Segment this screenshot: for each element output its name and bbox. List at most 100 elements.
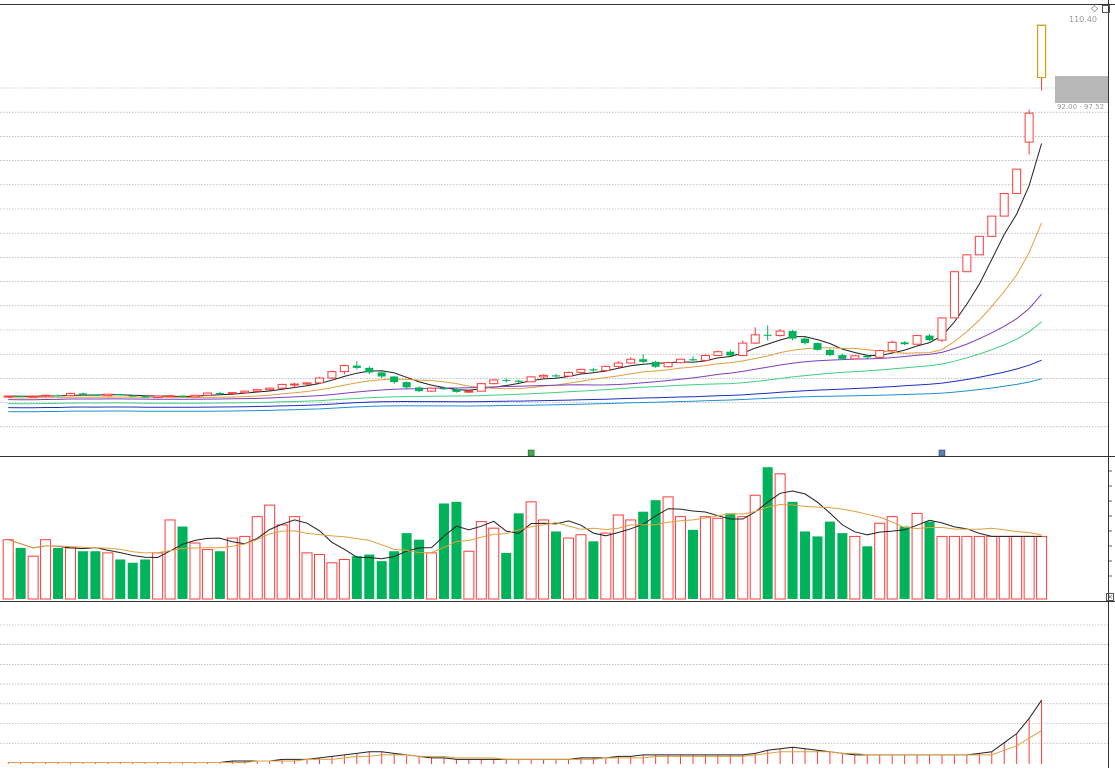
candlestick <box>78 392 87 396</box>
volume-bar <box>313 554 325 600</box>
candlestick <box>352 361 361 370</box>
candlestick <box>377 370 386 379</box>
candlestick <box>912 334 922 345</box>
panel-frame <box>0 0 1115 768</box>
volume-bar <box>301 552 313 600</box>
candlestick <box>726 349 735 357</box>
candle-body <box>327 371 337 379</box>
candlestick <box>190 394 200 398</box>
high-price-label: 110.40 <box>1069 15 1097 24</box>
candle-body <box>987 215 997 237</box>
candle-body <box>16 396 25 398</box>
candlestick <box>875 349 885 359</box>
indicator-panel[interactable] <box>0 624 1108 764</box>
volume-bar <box>326 562 338 600</box>
candle-body <box>937 317 947 341</box>
volume-bar <box>899 526 910 599</box>
volume-bar <box>351 556 362 599</box>
candle-body <box>738 342 748 356</box>
candle-body <box>925 335 934 341</box>
volume-bar <box>1011 535 1023 600</box>
candle-body <box>28 395 38 398</box>
moving-average-line <box>8 293 1042 401</box>
volume-bar <box>762 467 773 599</box>
candlestick <box>54 394 63 397</box>
volume-bar <box>749 494 761 600</box>
volume-bar <box>438 503 449 599</box>
candlestick <box>402 381 411 389</box>
candle-body <box>974 235 984 256</box>
volume-bar <box>201 549 213 600</box>
candle-body <box>688 359 697 361</box>
candle-body <box>1024 112 1034 143</box>
volume-bar <box>625 519 637 600</box>
volume-bar <box>662 496 674 600</box>
candlestick <box>552 373 561 378</box>
candle-body <box>78 393 87 395</box>
candlestick <box>576 368 586 374</box>
candlestick <box>887 340 897 352</box>
candle-body <box>775 330 785 337</box>
candlestick <box>700 354 710 362</box>
candlestick <box>202 392 212 396</box>
candlestick <box>613 361 623 368</box>
volume-bar <box>737 516 749 600</box>
candlestick <box>215 391 224 395</box>
candle-body <box>476 383 486 392</box>
candle-body <box>863 355 872 358</box>
candlestick <box>925 334 934 342</box>
candlestick <box>489 379 499 385</box>
volume-bar <box>924 521 935 599</box>
volume-moving-average <box>8 490 1042 560</box>
candlestick <box>502 378 511 383</box>
candle-body <box>215 393 224 395</box>
volume-bar <box>812 536 823 599</box>
volume-bar <box>53 547 64 599</box>
volume-bar <box>525 501 537 600</box>
candle-body <box>912 335 922 345</box>
split-panel-icon[interactable] <box>1102 5 1110 13</box>
volume-bar <box>600 532 612 600</box>
close-icon[interactable]: × <box>1106 593 1114 601</box>
candle-body <box>290 383 300 386</box>
candle-body <box>128 395 137 397</box>
volume-bar <box>127 562 138 599</box>
volume-bar <box>501 552 512 599</box>
candle-body <box>613 362 623 367</box>
candle-body <box>813 343 822 350</box>
candlestick <box>651 360 660 368</box>
price-panel[interactable] <box>0 24 1108 457</box>
candlestick <box>365 366 374 375</box>
event-marker <box>938 449 946 457</box>
candlestick <box>339 364 349 375</box>
volume-bar <box>675 516 687 600</box>
volume-bar <box>687 529 698 599</box>
candlestick <box>165 395 175 398</box>
candle-body <box>552 375 561 377</box>
diamond-icon[interactable]: ◇ <box>1091 5 1099 14</box>
volume-bar <box>102 552 114 600</box>
candle-body <box>377 372 386 377</box>
candle-body <box>489 379 499 385</box>
candle-body <box>539 374 549 378</box>
candle-body <box>265 387 275 391</box>
volume-panel[interactable] <box>2 467 1112 600</box>
volume-bar <box>40 539 52 600</box>
volume-bar <box>251 516 263 600</box>
candlestick <box>265 387 275 391</box>
volume-bar <box>824 521 835 599</box>
volume-bar <box>513 513 524 599</box>
candle-body <box>41 394 51 397</box>
volume-bar <box>961 535 973 600</box>
candlestick <box>639 354 648 363</box>
volume-bar <box>189 542 201 600</box>
candle-body <box>750 334 760 344</box>
candle-body <box>402 382 411 388</box>
candlestick <box>28 395 38 398</box>
candle-body <box>415 387 424 392</box>
volume-bar <box>699 516 711 600</box>
candlestick <box>427 387 437 392</box>
volume-bar <box>973 535 985 600</box>
candle-body <box>141 396 150 398</box>
candle-body <box>352 365 361 368</box>
